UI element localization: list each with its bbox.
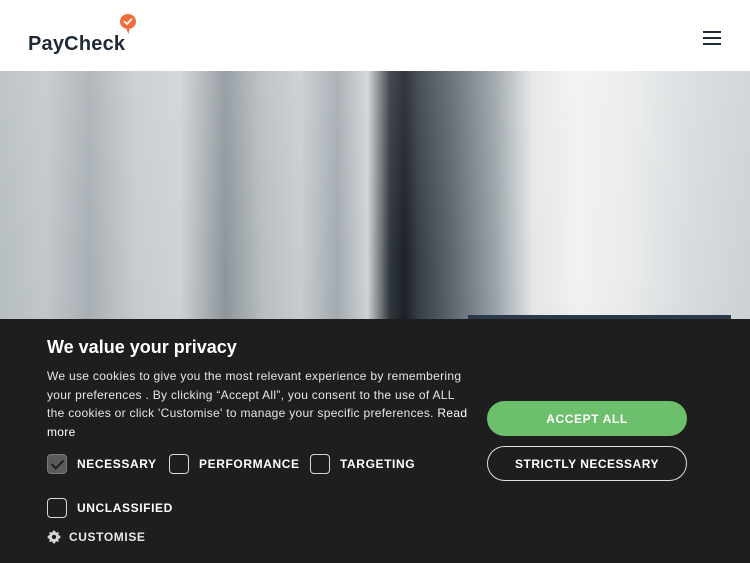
cookie-consent-banner: We value your privacy We use cookies to … [0, 319, 750, 563]
checkbox-targeting-label: TARGETING [340, 457, 416, 471]
checkbox-necessary[interactable]: NECESSARY [47, 452, 157, 476]
checkbox-performance-label: PERFORMANCE [199, 457, 300, 471]
checkbox-necessary-label: NECESSARY [77, 457, 157, 471]
checkbox-necessary-box[interactable] [47, 454, 67, 474]
checkbox-targeting-box[interactable] [310, 454, 330, 474]
logo-text: PayCheck [28, 33, 126, 55]
checkbox-unclassified[interactable]: UNCLASSIFIED [47, 496, 173, 520]
cookie-description: We use cookies to give you the most rele… [47, 367, 472, 441]
cookie-description-text: We use cookies to give you the most rele… [47, 369, 462, 420]
checkbox-unclassified-label: UNCLASSIFIED [77, 501, 173, 515]
paycheck-logo[interactable]: PayCheck [28, 14, 138, 58]
checkbox-performance[interactable]: PERFORMANCE [169, 452, 300, 476]
checkbox-performance-box[interactable] [169, 454, 189, 474]
customise-label: CUSTOMISE [69, 530, 146, 544]
cookie-title: We value your privacy [47, 337, 237, 357]
logo-speech-check-icon [120, 14, 136, 34]
site-header: PayCheck [0, 0, 750, 71]
customise-button[interactable]: CUSTOMISE [47, 530, 146, 544]
strictly-necessary-button[interactable]: STRICTLY NECESSARY [487, 446, 687, 481]
checkbox-targeting[interactable]: TARGETING [310, 452, 415, 476]
accept-all-button[interactable]: ACCEPT ALL [487, 401, 687, 436]
gear-icon [47, 530, 61, 544]
checkbox-unclassified-box[interactable] [47, 498, 67, 518]
hamburger-menu-icon[interactable] [700, 28, 724, 48]
